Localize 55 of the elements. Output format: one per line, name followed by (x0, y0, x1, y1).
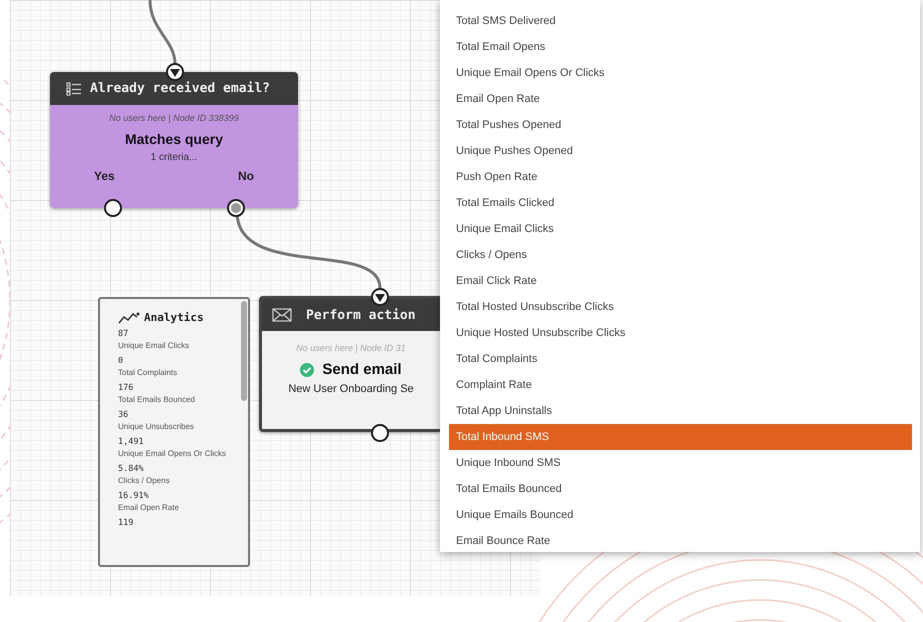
stat-value: 119 (118, 517, 134, 529)
node-title: Perform action (306, 308, 416, 322)
menu-item[interactable]: Email Click Rate (449, 268, 912, 294)
node-meta: No users here | Node ID 31 (296, 343, 406, 353)
menu-item[interactable]: Clicks / Opens (449, 242, 912, 268)
envelope-icon (272, 308, 292, 322)
menu-item[interactable]: Total Hosted Unsubscribe Clicks (449, 294, 912, 320)
menu-item[interactable]: Email Bounce Rate (449, 528, 912, 554)
stat-value: 1,491 (118, 436, 145, 448)
menu-item[interactable]: Complaint Rate (449, 372, 912, 398)
menu-item[interactable]: Unique Hosted Unsubscribe Clicks (449, 320, 912, 346)
stat-label: Unique Email Clicks (118, 340, 190, 352)
list-icon (66, 82, 82, 96)
menu-item[interactable]: Email Open Rate (449, 86, 912, 112)
node-heading: Matches query (124, 131, 224, 147)
menu-item[interactable]: Total SMS Delivered (449, 8, 912, 34)
node-heading: Send email (322, 361, 402, 378)
stat-label: Total Complaints (118, 367, 178, 379)
menu-item[interactable]: Push Open Rate (449, 164, 912, 190)
node-detail: New User Onboarding Se (288, 383, 414, 395)
panel-title: Analytics (144, 311, 204, 324)
menu-item[interactable]: Total Email Opens (449, 34, 912, 60)
menu-item[interactable]: Unique Email Clicks (449, 216, 912, 242)
branch-label: No (238, 169, 254, 183)
stat-value: 0 (118, 355, 124, 367)
stat-label: Unique Email Opens Or Clicks (118, 448, 228, 460)
node-detail: 1 criteria... (150, 152, 198, 163)
node-meta: No users here | Node ID 338399 (109, 113, 239, 123)
menu-item[interactable]: Unique Emails Bounced (449, 502, 912, 528)
stat-label: Email Open Rate (118, 502, 180, 514)
menu-item[interactable]: Total Emails Bounced (449, 476, 912, 502)
connector-line (148, 0, 176, 64)
check-circle-icon (300, 362, 314, 376)
menu-item[interactable]: Total Pushes Opened (449, 112, 912, 138)
stat-value: 87 (118, 328, 130, 340)
menu-item[interactable]: Unique Inbound SMS (449, 450, 912, 476)
menu-item[interactable]: Total Inbound SMS (449, 424, 912, 450)
stat-value: 16.91% (118, 490, 150, 502)
node-title: Already received email? (90, 81, 270, 96)
scrollbar-thumb[interactable] (241, 301, 247, 401)
menu-item[interactable]: Unique Pushes Opened (449, 138, 912, 164)
stat-label: Total Emails Bounced (118, 394, 196, 406)
stat-label: Clicks / Opens (118, 475, 171, 487)
triangle-icon (170, 69, 180, 77)
menu-item[interactable]: Total Complaints (449, 346, 912, 372)
stat-value: 36 (118, 409, 130, 421)
menu-item[interactable]: Unique Email Opens Or Clicks (449, 60, 912, 86)
menu-item[interactable]: Total Emails Clicked (449, 190, 912, 216)
line-chart-icon (118, 312, 140, 324)
branch-label: Yes (94, 169, 115, 183)
menu-item[interactable]: Total App Uninstalls (449, 398, 912, 424)
stat-value: 5.84% (118, 463, 145, 475)
triangle-icon (375, 294, 385, 302)
stat-label: Unique Unsubscribes (118, 421, 196, 433)
stat-value: 176 (118, 382, 134, 394)
